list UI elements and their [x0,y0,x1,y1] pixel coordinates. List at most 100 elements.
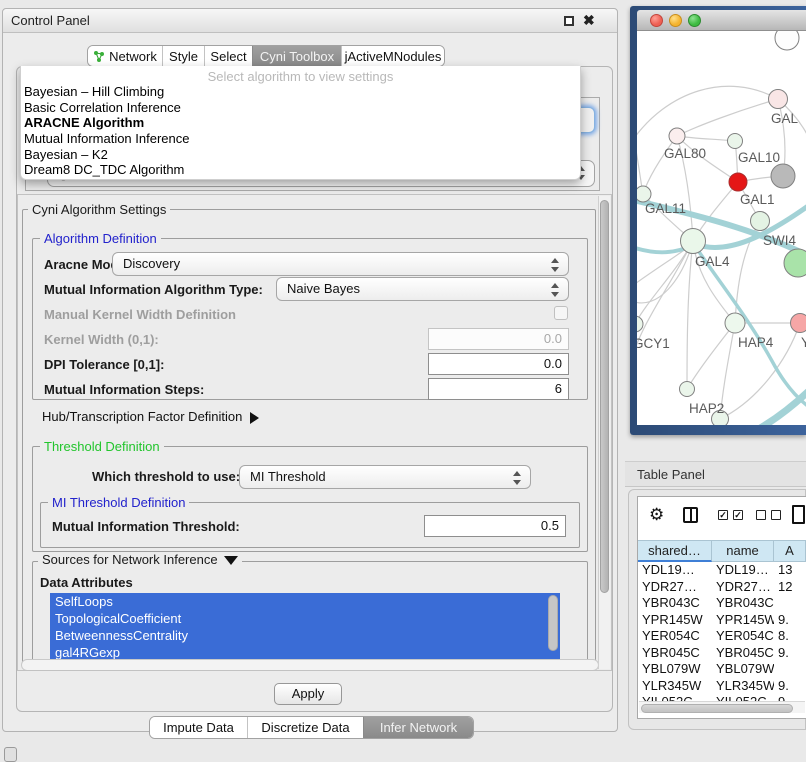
cell: 9. [774,678,806,695]
cell [774,595,806,612]
tab-discretize-data[interactable]: Discretize Data [247,717,363,738]
tab-style-label: Style [169,49,198,64]
table-row[interactable]: YIL052C YIL052C 9 [638,694,806,701]
dpi-tolerance-field[interactable]: 0.0 [428,353,569,375]
mi-steps-label: Mutual Information Steps: [44,382,204,397]
dropdown-item-selected[interactable]: ARACNE Algorithm [24,115,577,131]
settings-vertical-scrollbar[interactable] [598,196,610,669]
dock-panel-icon[interactable] [4,747,17,762]
node-gal1-red[interactable] [729,173,747,191]
control-panel-titlebar[interactable]: Control Panel ✖ [3,9,617,33]
node-gray[interactable] [771,164,795,188]
table-row[interactable]: YDR27… YDR27… 12 [638,579,806,596]
table-row[interactable]: YBR045C YBR045C 9. [638,645,806,662]
node-gal[interactable] [769,90,788,109]
mi-steps-field[interactable]: 6 [428,378,569,400]
attributes-scrollbar[interactable] [548,595,558,655]
cell: YBR043C [712,595,774,612]
node-gal10[interactable] [728,134,743,149]
dropdown-item[interactable]: Bayesian – Hill Climbing [24,84,577,100]
document-icon[interactable] [792,505,805,524]
tab-cyni-toolbox[interactable]: Cyni Toolbox [252,46,341,66]
close-icon[interactable]: ✖ [583,12,595,29]
stepper-icon [512,471,521,485]
sources-title[interactable]: Sources for Network Inference [38,553,242,566]
cell: YBR045C [712,645,774,662]
table-panel-titlebar[interactable]: Table Panel [625,461,806,487]
mi-threshold-field[interactable]: 0.5 [424,515,566,537]
cell: 9 [774,694,806,701]
node-green-large[interactable] [784,249,806,277]
column-header[interactable]: A [774,540,806,562]
manual-kernel-checkbox[interactable] [554,306,568,320]
attribute-item[interactable]: gal4RGexp [50,644,560,659]
attribute-item[interactable]: BetweennessCentrality [50,627,560,644]
table-horizontal-scrollbar[interactable] [639,701,805,713]
cell: 9. [774,612,806,629]
unchecked-checkbox-icon[interactable] [756,510,766,520]
cell: YIL052C [638,694,712,701]
gear-icon[interactable]: ⚙ [649,506,664,523]
node-label: GAL4 [695,254,730,269]
network-window-titlebar[interactable] [637,10,806,31]
minimize-traffic-light-icon[interactable] [669,14,682,27]
table-row[interactable]: YDL19… YDL19… 13 [638,562,806,579]
node-gal80[interactable] [669,128,685,144]
apply-button[interactable]: Apply [274,683,342,705]
table-row[interactable]: YBL079W YBL079W [638,661,806,678]
control-panel-title: Control Panel [11,13,90,28]
tab-impute-data[interactable]: Impute Data [150,717,247,738]
attribute-item[interactable]: SelfLoops [50,593,560,610]
checked-checkbox-icon[interactable]: ✓ [733,510,743,520]
tab-network[interactable]: Network [88,46,162,66]
dropdown-item[interactable]: Basic Correlation Inference [24,100,577,116]
column-header-shared-name[interactable]: shared… [638,540,712,562]
dropdown-item[interactable]: Mutual Information Inference [24,131,577,147]
cell [774,661,806,678]
table-row[interactable]: YBR043C YBR043C [638,595,806,612]
close-traffic-light-icon[interactable] [650,14,663,27]
table-row[interactable]: YLR345W YLR345W 9. [638,678,806,695]
tab-style[interactable]: Style [162,46,204,66]
node-pink[interactable] [791,314,806,333]
tab-jactivemnodules-label: jActiveMNodules [345,49,442,64]
cell: YDR27… [638,579,712,596]
network-canvas[interactable]: GAL GAL80 GAL10 GAL1 GAL11 SWI4 GAL4 GCY… [637,31,806,425]
column-header-name[interactable]: name [712,540,774,562]
hub-expander[interactable]: Hub/Transcription Factor Definition [42,409,259,424]
node-swi4[interactable] [751,212,770,231]
attribute-item[interactable]: TopologicalCoefficient [50,610,560,627]
node-gcy1[interactable] [637,316,643,332]
which-threshold-label: Which threshold to use: [92,469,240,484]
mi-type-combobox[interactable]: Naive Bayes [276,277,569,301]
which-threshold-combobox[interactable]: MI Threshold [239,465,531,489]
dropdown-item[interactable]: Dream8 DC_TDC Algorithm [24,162,577,178]
unchecked-checkbox-icon[interactable] [771,510,781,520]
node-hap2[interactable] [680,382,695,397]
tab-infer-network[interactable]: Infer Network [363,717,473,738]
tab-jactivemnodules[interactable]: jActiveMNodules [341,46,444,66]
table-panel-title: Table Panel [637,467,705,482]
hub-expander-label: Hub/Transcription Factor Definition [42,409,242,424]
node[interactable] [775,31,799,50]
table-row[interactable]: YER054C YER054C 8. [638,628,806,645]
table-row[interactable]: YPR145W YPR145W 9. [638,612,806,629]
node-gal11[interactable] [637,186,651,202]
aracne-mode-value: Discovery [123,256,180,271]
node-hap4[interactable] [725,313,745,333]
tab-discretize-data-label: Discretize Data [261,720,349,735]
node-label: GAL11 [645,201,686,216]
kernel-width-field[interactable]: 0.0 [428,328,569,350]
settings-horizontal-scrollbar[interactable] [21,659,599,671]
tab-select[interactable]: Select [204,46,252,66]
node-gal4[interactable] [681,229,706,254]
cell: 8. [774,628,806,645]
zoom-traffic-light-icon[interactable] [688,14,701,27]
columns-icon[interactable] [683,507,698,523]
aracne-mode-combobox[interactable]: Discovery [112,252,569,276]
table-rows: YDL19… YDL19… 13 YDR27… YDR27… 12 YBR043… [638,562,806,701]
float-window-icon[interactable] [564,16,574,26]
dropdown-item[interactable]: Bayesian – K2 [24,147,577,163]
cyni-settings-panel: Cyni Algorithm Settings Algorithm Defini… [17,194,612,671]
checked-checkbox-icon[interactable]: ✓ [718,510,728,520]
